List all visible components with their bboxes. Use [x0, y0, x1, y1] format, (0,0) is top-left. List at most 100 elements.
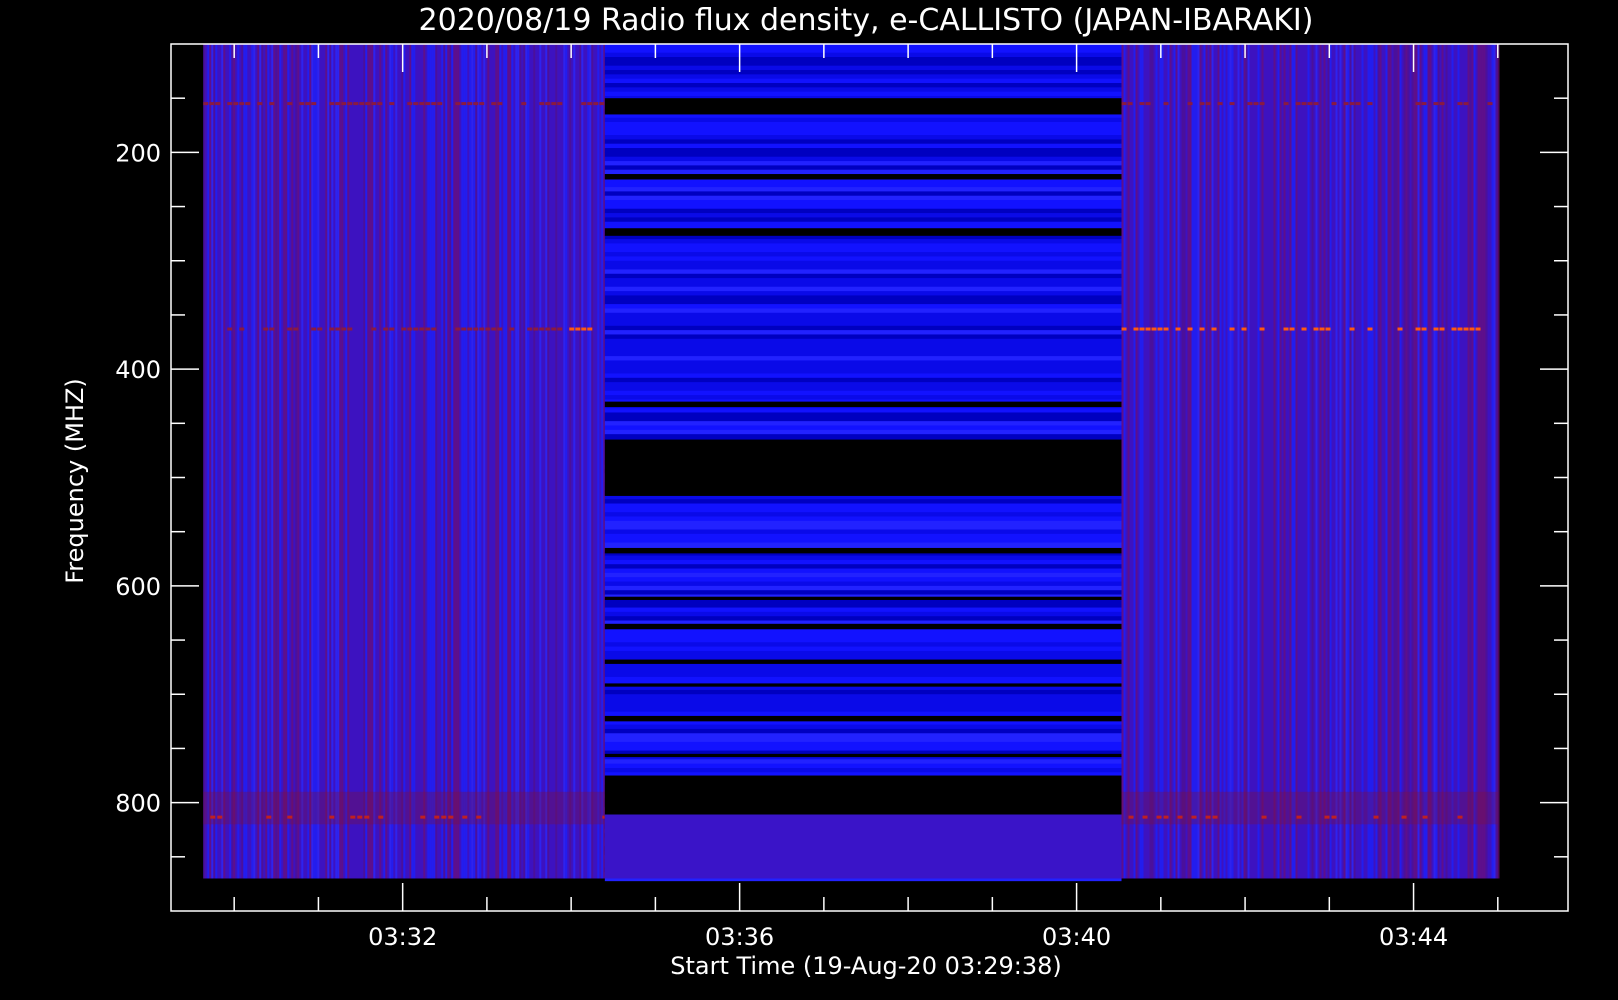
noise-streak: [347, 44, 350, 879]
noise-streak: [1495, 44, 1498, 879]
noise-streak: [211, 44, 214, 879]
emission-line: [521, 102, 527, 106]
chart-title: 2020/08/19 Radio flux density, e-CALLIST…: [419, 3, 1314, 38]
noise-streak: [1311, 44, 1314, 879]
noise-streak: [1473, 44, 1476, 879]
noise-streak: [1485, 44, 1488, 879]
emission-dot: [1401, 815, 1407, 819]
cal-band: [604, 711, 1122, 717]
cal-band: [604, 520, 1122, 526]
emission-line: [341, 102, 347, 106]
noise-streak: [435, 44, 438, 879]
noise-streak: [1173, 44, 1176, 879]
band-800: [203, 791, 605, 825]
cal-band: [604, 694, 1122, 700]
cal-dark-band: [604, 547, 1122, 554]
emission-line: [1331, 102, 1337, 106]
cal-band: [604, 724, 1122, 730]
noise-streak: [1277, 44, 1280, 879]
cal-dark-band: [604, 439, 1122, 496]
noise-streak: [1219, 44, 1222, 879]
noise-streak: [431, 44, 434, 879]
noise-streak: [363, 44, 366, 879]
noise-streak: [1389, 44, 1392, 879]
emission-line: [1433, 327, 1439, 331]
noise-streak: [245, 44, 248, 879]
segment-calibration: [604, 44, 1122, 882]
emission-line: [431, 327, 437, 331]
noise-streak: [1445, 44, 1448, 879]
cal-band: [604, 642, 1122, 648]
emission-line: [269, 327, 275, 331]
cal-band: [604, 217, 1122, 223]
noise-streak: [1343, 44, 1346, 879]
emission-line: [581, 102, 587, 106]
emission-dot: [1212, 815, 1218, 819]
emission-line: [1349, 327, 1355, 331]
noise-streak: [379, 44, 382, 879]
emission-line: [599, 102, 605, 106]
noise-streak: [213, 44, 216, 879]
noise-streak: [1417, 44, 1420, 879]
emission-line: [347, 102, 353, 106]
cal-band: [604, 265, 1122, 270]
noise-streak: [545, 44, 548, 879]
noise-streak: [455, 44, 458, 879]
emission-line: [371, 102, 377, 106]
noise-streak: [1293, 44, 1296, 879]
cal-band: [604, 135, 1122, 140]
emission-dot: [1205, 815, 1211, 819]
cal-band: [604, 633, 1122, 639]
cal-band: [604, 369, 1122, 374]
emission-line: [287, 102, 293, 106]
noise-streak: [391, 44, 394, 879]
emission-line: [455, 102, 461, 106]
noise-streak: [443, 44, 446, 879]
noise-streak: [1415, 44, 1418, 879]
noise-streak: [1245, 44, 1248, 879]
noise-streak: [411, 44, 414, 879]
noise-streak: [423, 44, 426, 879]
noise-streak: [1379, 44, 1382, 879]
noise-streak: [589, 44, 592, 879]
noise-streak: [315, 44, 318, 879]
noise-streak: [345, 44, 348, 879]
emission-line: [1289, 327, 1295, 331]
noise-streak: [1223, 44, 1226, 879]
emission-line: [1397, 327, 1403, 331]
cal-band: [604, 291, 1122, 296]
emission-line: [1463, 327, 1469, 331]
noise-streak: [519, 44, 522, 879]
cal-band: [604, 70, 1122, 75]
cal-band: [604, 533, 1122, 539]
noise-streak: [495, 44, 498, 879]
emission-line: [1145, 102, 1151, 106]
noise-streak: [479, 44, 482, 879]
emission-line: [371, 327, 377, 331]
cal-band: [604, 143, 1122, 149]
noise-streak: [1279, 44, 1282, 879]
emission-line: [257, 102, 263, 106]
emission-line: [545, 102, 551, 106]
noise-streak: [337, 44, 340, 879]
noise-streak: [1339, 44, 1342, 879]
noise-streak: [1319, 44, 1322, 879]
noise-streak: [1469, 44, 1472, 879]
emission-line: [527, 327, 533, 331]
cal-band: [604, 733, 1122, 739]
noise-streak: [1205, 44, 1208, 879]
cal-band: [604, 707, 1122, 713]
noise-streak: [445, 44, 448, 879]
noise-streak: [1327, 44, 1330, 879]
emission-dot: [1261, 815, 1267, 819]
emission-dot: [1422, 815, 1428, 819]
emission-line: [551, 327, 557, 331]
emission-line: [1433, 102, 1439, 106]
emission-line: [1355, 102, 1361, 106]
noise-streak: [229, 44, 232, 879]
cal-band: [604, 555, 1122, 561]
noise-streak: [311, 44, 314, 879]
noise-streak: [1419, 44, 1422, 879]
noise-streak: [237, 44, 240, 879]
cal-band: [604, 564, 1122, 570]
